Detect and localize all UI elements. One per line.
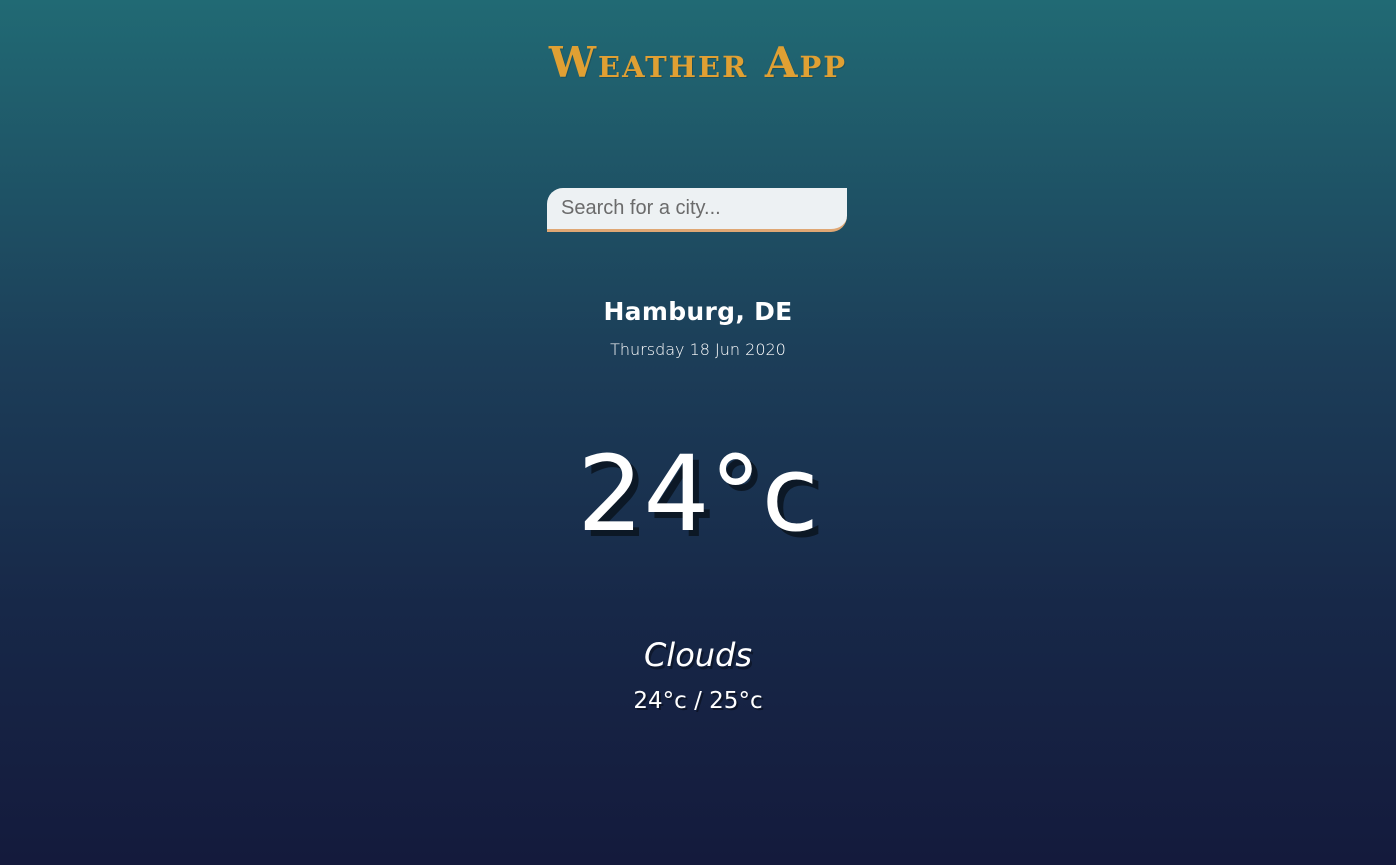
current-date: Thursday 18 Jun 2020 (610, 340, 786, 359)
current-temperature: 24°c (577, 433, 819, 555)
location-box: Hamburg, DE Thursday 18 Jun 2020 (0, 297, 1396, 359)
app-title: Weather App (548, 38, 848, 87)
city-name: Hamburg, DE (603, 297, 793, 326)
weather-app: Weather App Hamburg, DE Thursday 18 Jun … (0, 0, 1396, 865)
weather-condition: Clouds (643, 636, 753, 674)
temperature-range: 24°c / 25°c (633, 688, 763, 714)
city-search-input[interactable] (547, 188, 847, 232)
